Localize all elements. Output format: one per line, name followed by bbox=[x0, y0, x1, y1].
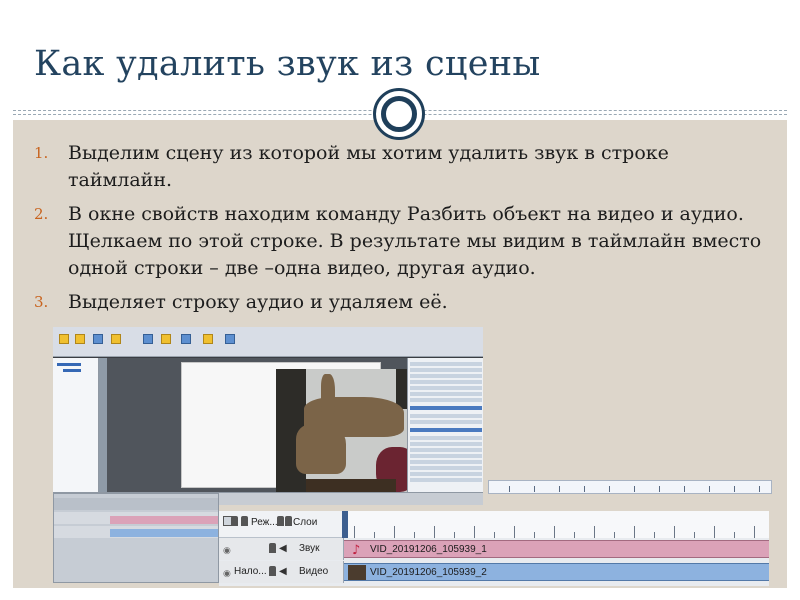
list-number: 2. bbox=[34, 205, 49, 223]
audio-track-name: Звук bbox=[299, 543, 320, 554]
timeline-panel: Реж... Слои ◉ ◀ Звук ♪ VID_20191206_1059… bbox=[219, 511, 769, 586]
eye-icon[interactable]: ◉ bbox=[223, 545, 231, 556]
audio-clip[interactable]: ♪ VID_20191206_105939_1 bbox=[344, 540, 769, 558]
lock-icon bbox=[277, 516, 284, 526]
header-mode-label: Реж... bbox=[251, 517, 278, 528]
video-thumbnail bbox=[348, 565, 366, 580]
playhead[interactable] bbox=[342, 511, 348, 538]
tools-strip bbox=[99, 358, 107, 492]
lock-icon[interactable] bbox=[269, 566, 276, 576]
list-item: 1. Выделим сцену из которой мы хотим уда… bbox=[34, 140, 774, 194]
music-note-icon: ♪ bbox=[352, 543, 361, 558]
video-frame bbox=[276, 369, 426, 492]
preview-area bbox=[107, 358, 426, 492]
circle-badge-icon bbox=[373, 88, 425, 140]
list-text: Выделяет строку аудио и удаляем её. bbox=[68, 291, 448, 313]
steps-list: 1. Выделим сцену из которой мы хотим уда… bbox=[34, 140, 774, 323]
timeline-small bbox=[53, 493, 219, 583]
speaker-icon[interactable]: ◀ bbox=[279, 566, 287, 577]
video-track-mode: Нало... bbox=[234, 566, 267, 577]
lock-icon bbox=[231, 516, 238, 526]
timeline-ruler bbox=[344, 511, 769, 538]
video-track-label: ◉ Нало... ◀ Видео bbox=[219, 561, 344, 583]
list-number: 3. bbox=[34, 293, 49, 311]
list-text: В окне свойств находим команду Разбить о… bbox=[68, 203, 762, 279]
video-clip-name: VID_20191206_105939_2 bbox=[370, 567, 487, 578]
list-text: Выделим сцену из которой мы хотим удалит… bbox=[68, 142, 669, 191]
timeline-ruler-strip bbox=[488, 480, 772, 494]
list-item: 2. В окне свойств находим команду Разбит… bbox=[34, 201, 774, 282]
video-clip[interactable]: VID_20191206_105939_2 bbox=[344, 563, 769, 581]
speaker-icon[interactable]: ◀ bbox=[279, 543, 287, 554]
timeline-header: Реж... Слои bbox=[219, 511, 769, 538]
audio-clip-name: VID_20191206_105939_1 bbox=[370, 544, 487, 555]
video-track-name: Видео bbox=[299, 566, 329, 577]
eye-icon[interactable]: ◉ bbox=[223, 568, 231, 579]
lock-icon bbox=[241, 516, 248, 526]
header-layers-label: Слои bbox=[293, 517, 318, 528]
slide-title: Как удалить звук из сцены bbox=[34, 44, 541, 84]
properties-panel bbox=[407, 358, 483, 492]
audio-track-row[interactable]: ◉ ◀ Звук ♪ VID_20191206_105939_1 bbox=[219, 538, 769, 560]
list-number: 1. bbox=[34, 144, 49, 162]
objects-tree-panel bbox=[53, 358, 99, 492]
audio-track-label: ◉ ◀ Звук bbox=[219, 538, 344, 560]
lock-icon bbox=[285, 516, 292, 526]
slide: Как удалить звук из сцены 1. Выделим сце… bbox=[0, 0, 800, 600]
editor-screenshot bbox=[53, 327, 483, 505]
lock-icon[interactable] bbox=[269, 543, 276, 553]
editor-ribbon bbox=[53, 327, 483, 357]
list-item: 3. Выделяет строку аудио и удаляем её. bbox=[34, 289, 774, 316]
video-track-row[interactable]: ◉ Нало... ◀ Видео VID_20191206_105939_2 bbox=[219, 561, 769, 583]
